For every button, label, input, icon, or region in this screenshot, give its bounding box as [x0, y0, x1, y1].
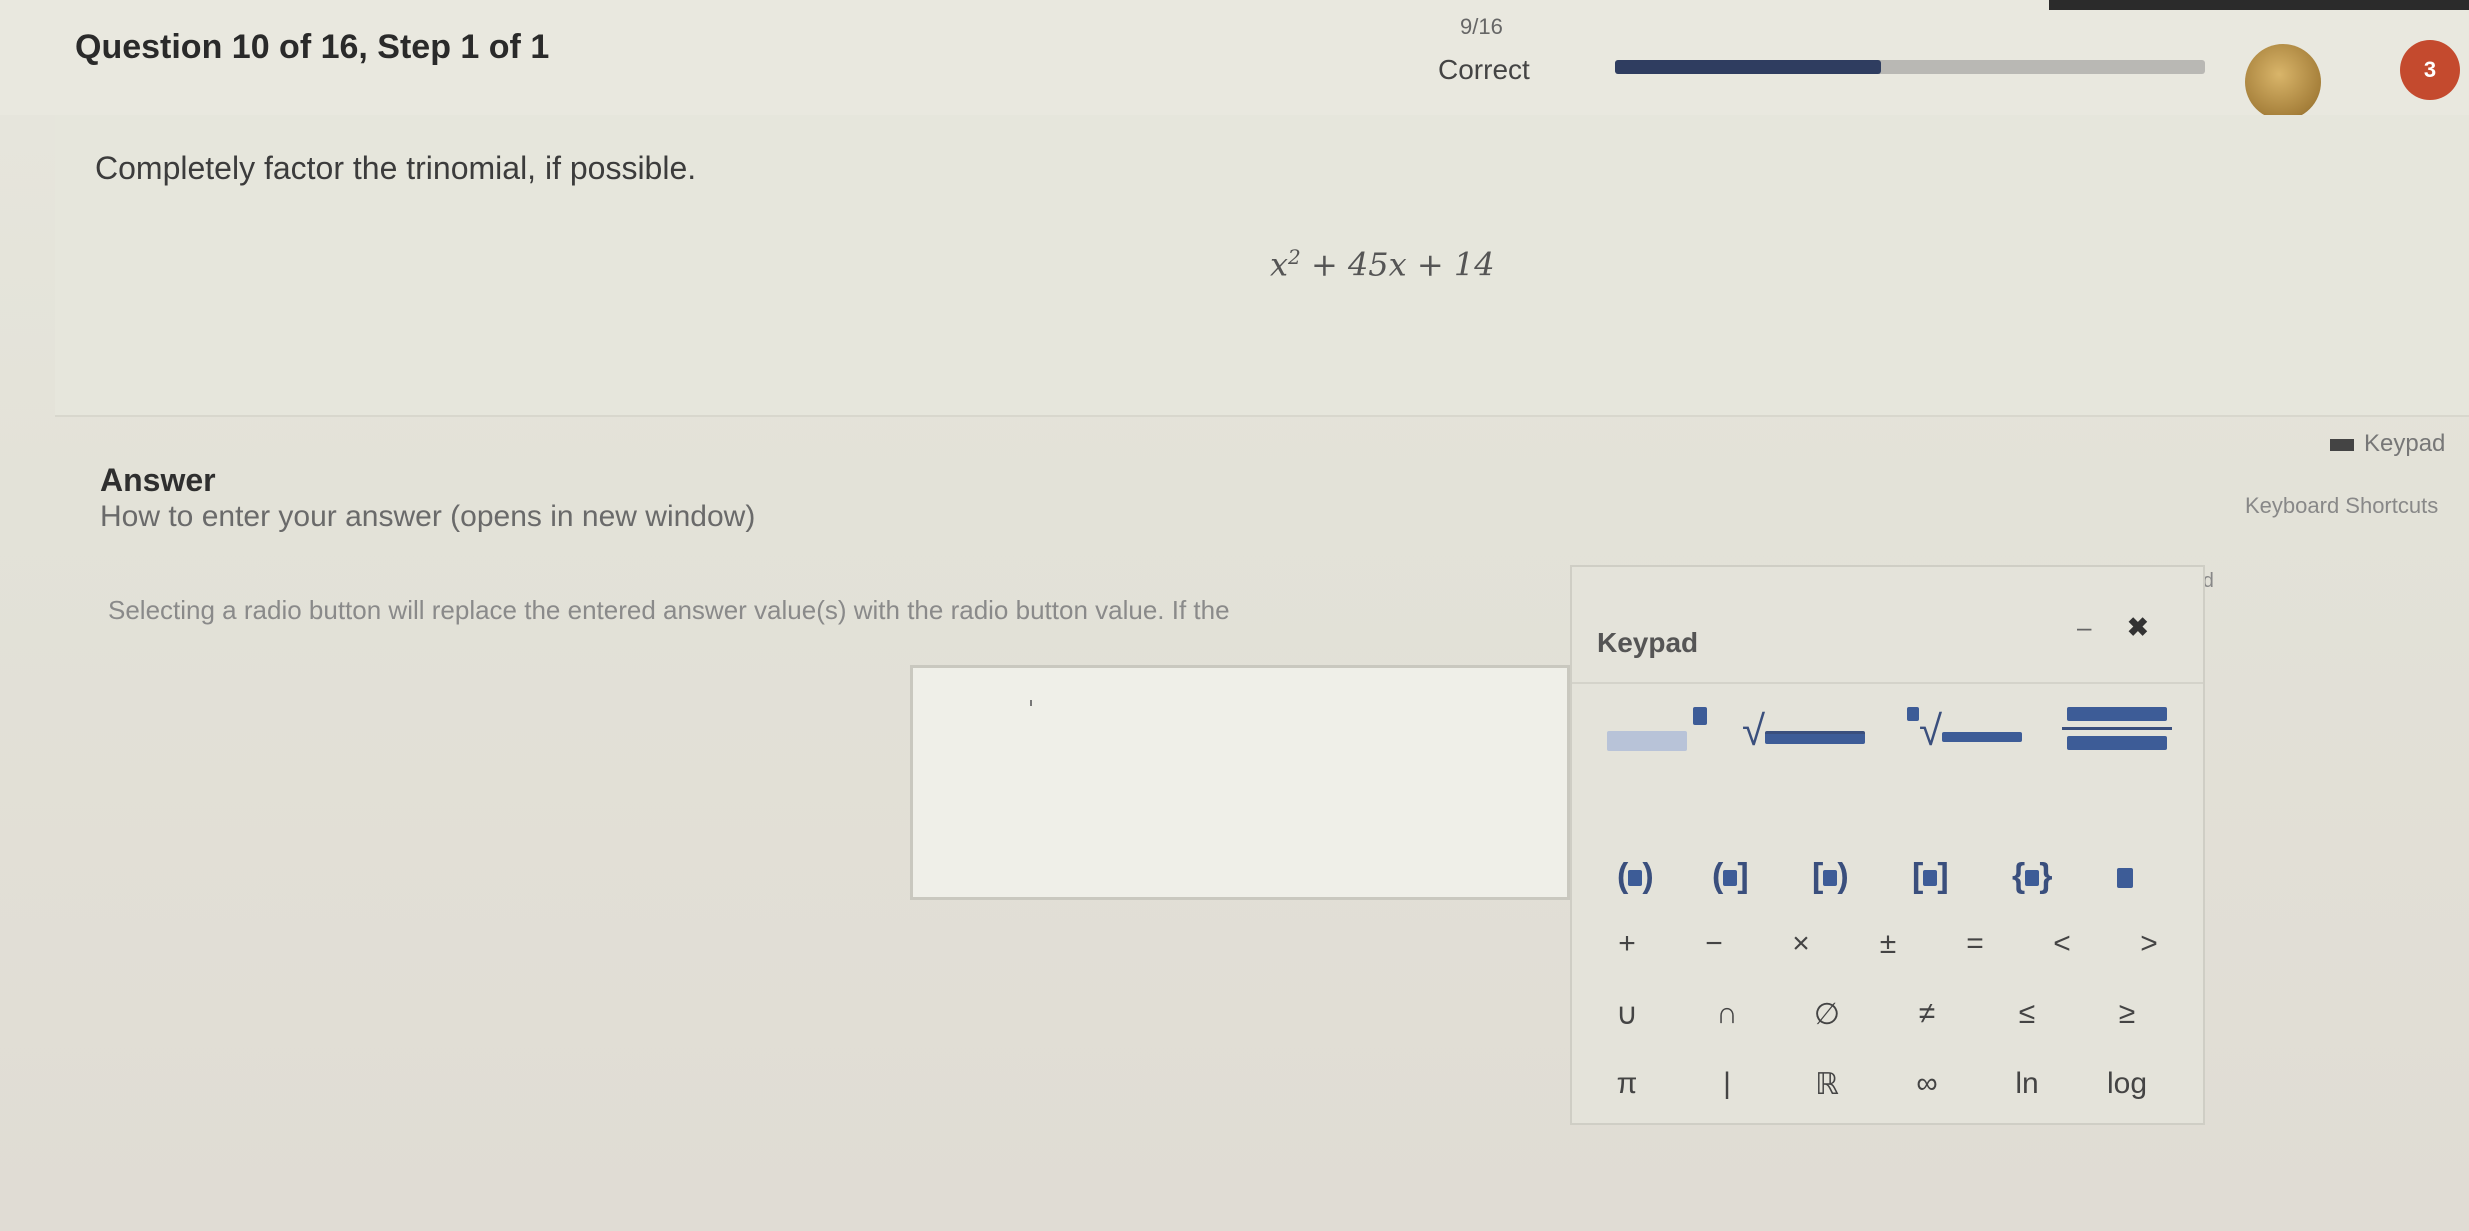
paren-key[interactable]: () [1617, 857, 1654, 896]
status-label: Correct [1438, 54, 1530, 85]
answer-input[interactable] [910, 665, 1570, 900]
text-cursor [1030, 700, 1032, 706]
bracket-paren-key[interactable]: [) [1812, 857, 1849, 896]
relation-key-4[interactable]: ≤ [1997, 997, 2057, 1031]
notification-badge[interactable]: 3 [2400, 40, 2460, 100]
operator-key-5[interactable]: < [2032, 927, 2092, 961]
nth-root-key[interactable]: √ [1907, 707, 2023, 755]
instruction-text: Selecting a radio button will replace th… [108, 595, 1230, 625]
square-root-key[interactable]: √ [1742, 707, 1866, 755]
keyboard-icon [2330, 438, 2354, 451]
keypad-toggle[interactable]: Keypad [2330, 430, 2445, 458]
constant-key-4[interactable]: ln [1997, 1067, 2057, 1101]
close-button[interactable]: ✖ [2127, 612, 2149, 643]
keypad-title: Keypad [1597, 627, 1699, 658]
operator-key-4[interactable]: = [1945, 927, 2005, 961]
window-edge [2049, 0, 2469, 10]
constant-key-5[interactable]: log [2097, 1067, 2157, 1101]
keypad-divider [1572, 682, 2203, 684]
bracket-key[interactable]: [] [1912, 857, 1949, 896]
relation-key-3[interactable]: ≠ [1897, 997, 1957, 1031]
constant-key-3[interactable]: ∞ [1897, 1067, 1957, 1101]
answer-heading: Answer [100, 462, 216, 498]
avatar[interactable] [2245, 44, 2321, 120]
keyboard-shortcuts-link[interactable]: Keyboard Shortcuts [2245, 493, 2438, 519]
constant-key-1[interactable]: | [1697, 1067, 1757, 1101]
minimize-button[interactable]: – [2077, 612, 2091, 643]
section-divider [55, 415, 2469, 417]
math-expression: x2 + 45x + 14 [1270, 245, 1495, 284]
relation-key-0[interactable]: ∪ [1597, 997, 1657, 1032]
progress-bar [1615, 60, 2205, 74]
paren-bracket-key[interactable]: (] [1712, 857, 1749, 896]
exponent-key[interactable] [1607, 707, 1707, 751]
keypad-panel: Keypad – ✖ √ √ () (] [) [] {} + − × ± = < > ∪ ∩… [1570, 565, 2205, 1125]
operator-key-1[interactable]: − [1684, 927, 1744, 961]
brace-key[interactable]: {} [2012, 857, 2052, 896]
progress-fill [1615, 60, 1881, 74]
constant-key-0[interactable]: π [1597, 1067, 1657, 1101]
operator-key-2[interactable]: × [1771, 927, 1831, 961]
abs-key[interactable] [2117, 857, 2133, 896]
fraction-key[interactable] [2062, 707, 2172, 750]
question-title: Question 10 of 16, Step 1 of 1 [75, 28, 550, 66]
question-prompt: Completely factor the trinomial, if poss… [95, 150, 697, 186]
operator-key-0[interactable]: + [1597, 927, 1657, 961]
relation-key-1[interactable]: ∩ [1697, 997, 1757, 1031]
constant-key-2[interactable]: ℝ [1797, 1067, 1857, 1102]
relation-key-2[interactable]: ∅ [1797, 997, 1857, 1032]
operator-key-3[interactable]: ± [1858, 927, 1918, 961]
operator-key-6[interactable]: > [2119, 927, 2179, 961]
score-counter: 9/16 [1460, 14, 1503, 39]
how-to-enter-link[interactable]: How to enter your answer (opens in new w… [100, 500, 755, 534]
relation-key-5[interactable]: ≥ [2097, 997, 2157, 1031]
